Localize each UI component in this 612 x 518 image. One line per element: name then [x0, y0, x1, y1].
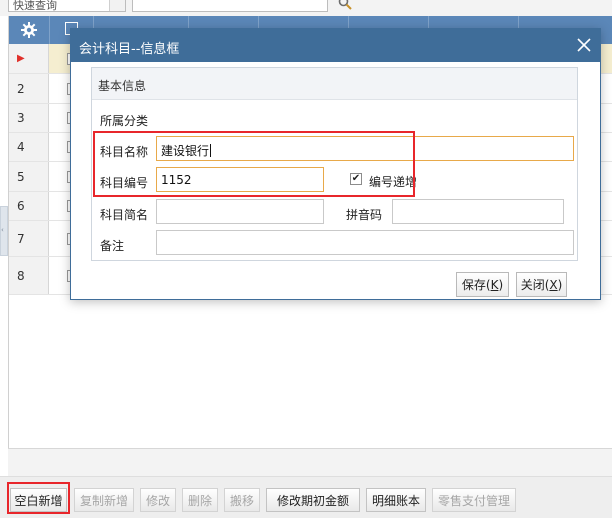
account-name-label: 科目名称: [100, 145, 149, 159]
edit-button[interactable]: 修改: [140, 488, 176, 512]
gear-icon[interactable]: [21, 22, 37, 38]
row-pointer-icon: ▶: [17, 53, 25, 64]
category-label: 所属分类: [100, 114, 149, 128]
row-number-cell: 6: [9, 192, 49, 220]
row-number-cell: 8: [9, 257, 49, 294]
remark-label: 备注: [100, 239, 125, 253]
bottom-toolbar: 空白新增 复制新增 修改 删除 搬移 修改期初金额 明细账本 零售支付管理: [0, 476, 612, 518]
quick-query-value: 快速查询: [13, 0, 57, 12]
short-name-input[interactable]: [156, 199, 324, 224]
edit-opening-balance-button[interactable]: 修改期初金额: [266, 488, 360, 512]
delete-button[interactable]: 删除: [182, 488, 218, 512]
move-button[interactable]: 搬移: [224, 488, 260, 512]
account-info-dialog: 会计科目--信息框 基本信息 所属分类 科目名称 建设银行 科目编号 1152 …: [70, 28, 601, 300]
search-icon[interactable]: [338, 0, 352, 10]
pinyin-label: 拼音码: [346, 208, 383, 222]
copy-new-button[interactable]: 复制新增: [74, 488, 134, 512]
row-number-cell: ▶: [9, 44, 49, 73]
text-caret: [210, 144, 212, 157]
remark-input[interactable]: [156, 230, 574, 255]
filter-bar: 快速查询: [0, 0, 612, 16]
detail-ledger-button[interactable]: 明细账本: [366, 488, 426, 512]
grid-status-bar: [8, 448, 612, 476]
search-input[interactable]: [132, 0, 328, 12]
auto-increment-checkbox[interactable]: ✔: [350, 173, 362, 185]
grip-icon: ‹: [1, 226, 4, 234]
close-icon[interactable]: [576, 37, 592, 53]
quick-query-select[interactable]: 快速查询: [8, 0, 126, 12]
row-number-cell: 2: [9, 74, 49, 103]
chevron-down-icon[interactable]: [109, 0, 125, 11]
account-code-label: 科目编号: [100, 176, 149, 190]
auto-increment-label: 编号递增: [369, 175, 418, 189]
row-number-cell: 5: [9, 162, 49, 191]
save-button[interactable]: 保存(K): [456, 272, 509, 297]
account-code-input[interactable]: 1152: [156, 167, 324, 192]
new-blank-button[interactable]: 空白新增: [10, 488, 67, 512]
dialog-title-bar[interactable]: 会计科目--信息框: [71, 29, 600, 62]
dialog-title: 会计科目--信息框: [79, 42, 180, 57]
account-name-input[interactable]: 建设银行: [156, 136, 574, 161]
row-number-cell: 7: [9, 221, 49, 256]
row-number-cell: 3: [9, 104, 49, 132]
basic-info-group: 基本信息 所属分类 科目名称 建设银行 科目编号 1152 ✔ 编号递增 科目简…: [91, 67, 578, 261]
row-number-cell: 4: [9, 133, 49, 161]
group-title: 基本信息: [92, 68, 577, 100]
header-settings-cell: [9, 16, 50, 44]
close-button[interactable]: 关闭(X): [516, 272, 567, 297]
pinyin-input[interactable]: [392, 199, 564, 224]
retail-payment-button[interactable]: 零售支付管理: [432, 488, 516, 512]
short-name-label: 科目简名: [100, 208, 149, 222]
